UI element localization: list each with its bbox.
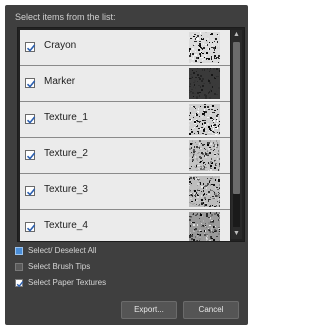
- checkmark-icon: [16, 281, 24, 288]
- checkmark-icon: [26, 116, 36, 124]
- item-label: Texture_4: [44, 220, 88, 231]
- export-dialog: Select items from the list: Crayon Marker…: [5, 5, 248, 325]
- item-label: Texture_2: [44, 148, 88, 159]
- checkmark-icon: [26, 80, 36, 88]
- scroll-track[interactable]: [233, 42, 240, 227]
- item-checkbox[interactable]: [25, 150, 36, 160]
- item-label: Marker: [44, 76, 76, 87]
- select-brush-tips-checkbox[interactable]: [15, 263, 23, 271]
- item-label: Texture_1: [44, 112, 88, 123]
- texture-thumbnail: [189, 140, 220, 171]
- list-item[interactable]: Texture_1: [20, 102, 230, 138]
- select-brush-tips-label: Select Brush Tips: [28, 262, 91, 271]
- item-checkbox[interactable]: [25, 114, 36, 124]
- item-checkbox[interactable]: [25, 78, 36, 88]
- cancel-button[interactable]: Cancel: [183, 301, 239, 319]
- scroll-thumb[interactable]: [233, 42, 240, 194]
- export-button[interactable]: Export...: [121, 301, 177, 319]
- texture-thumbnail: [189, 32, 220, 63]
- chevron-down-icon[interactable]: ▼: [231, 229, 242, 239]
- list-item[interactable]: Texture_2: [20, 138, 230, 174]
- checkmark-icon: [26, 152, 36, 160]
- item-label: Texture_3: [44, 184, 88, 195]
- item-checkbox[interactable]: [25, 186, 36, 196]
- items-list-rows: Crayon Marker Texture_1 Texture_2 Texture_3 T…: [20, 30, 230, 241]
- texture-thumbnail: [189, 212, 220, 241]
- item-label: Crayon: [44, 40, 77, 51]
- list-item[interactable]: Marker: [20, 66, 230, 102]
- items-list[interactable]: Crayon Marker Texture_1 Texture_2 Texture_3 T…: [17, 27, 245, 242]
- list-item[interactable]: Texture_3: [20, 174, 230, 210]
- item-checkbox[interactable]: [25, 222, 36, 232]
- checkmark-icon: [26, 224, 36, 232]
- select-all-label: Select/ Deselect All: [28, 246, 97, 255]
- checkmark-icon: [26, 188, 36, 196]
- select-paper-textures-checkbox[interactable]: [15, 279, 24, 288]
- chevron-up-icon[interactable]: ▲: [231, 30, 242, 40]
- texture-thumbnail: [189, 176, 220, 207]
- list-header-label: Select items from the list:: [15, 12, 116, 22]
- texture-thumbnail: [189, 104, 220, 135]
- texture-thumbnail: [189, 68, 220, 99]
- select-all-checkbox[interactable]: [15, 247, 23, 255]
- item-checkbox[interactable]: [25, 42, 36, 52]
- select-paper-textures-label: Select Paper Textures: [28, 278, 107, 287]
- list-scrollbar[interactable]: ▲ ▼: [231, 30, 242, 239]
- checkmark-icon: [26, 44, 36, 52]
- list-item[interactable]: Texture_4: [20, 210, 230, 241]
- list-item[interactable]: Crayon: [20, 30, 230, 66]
